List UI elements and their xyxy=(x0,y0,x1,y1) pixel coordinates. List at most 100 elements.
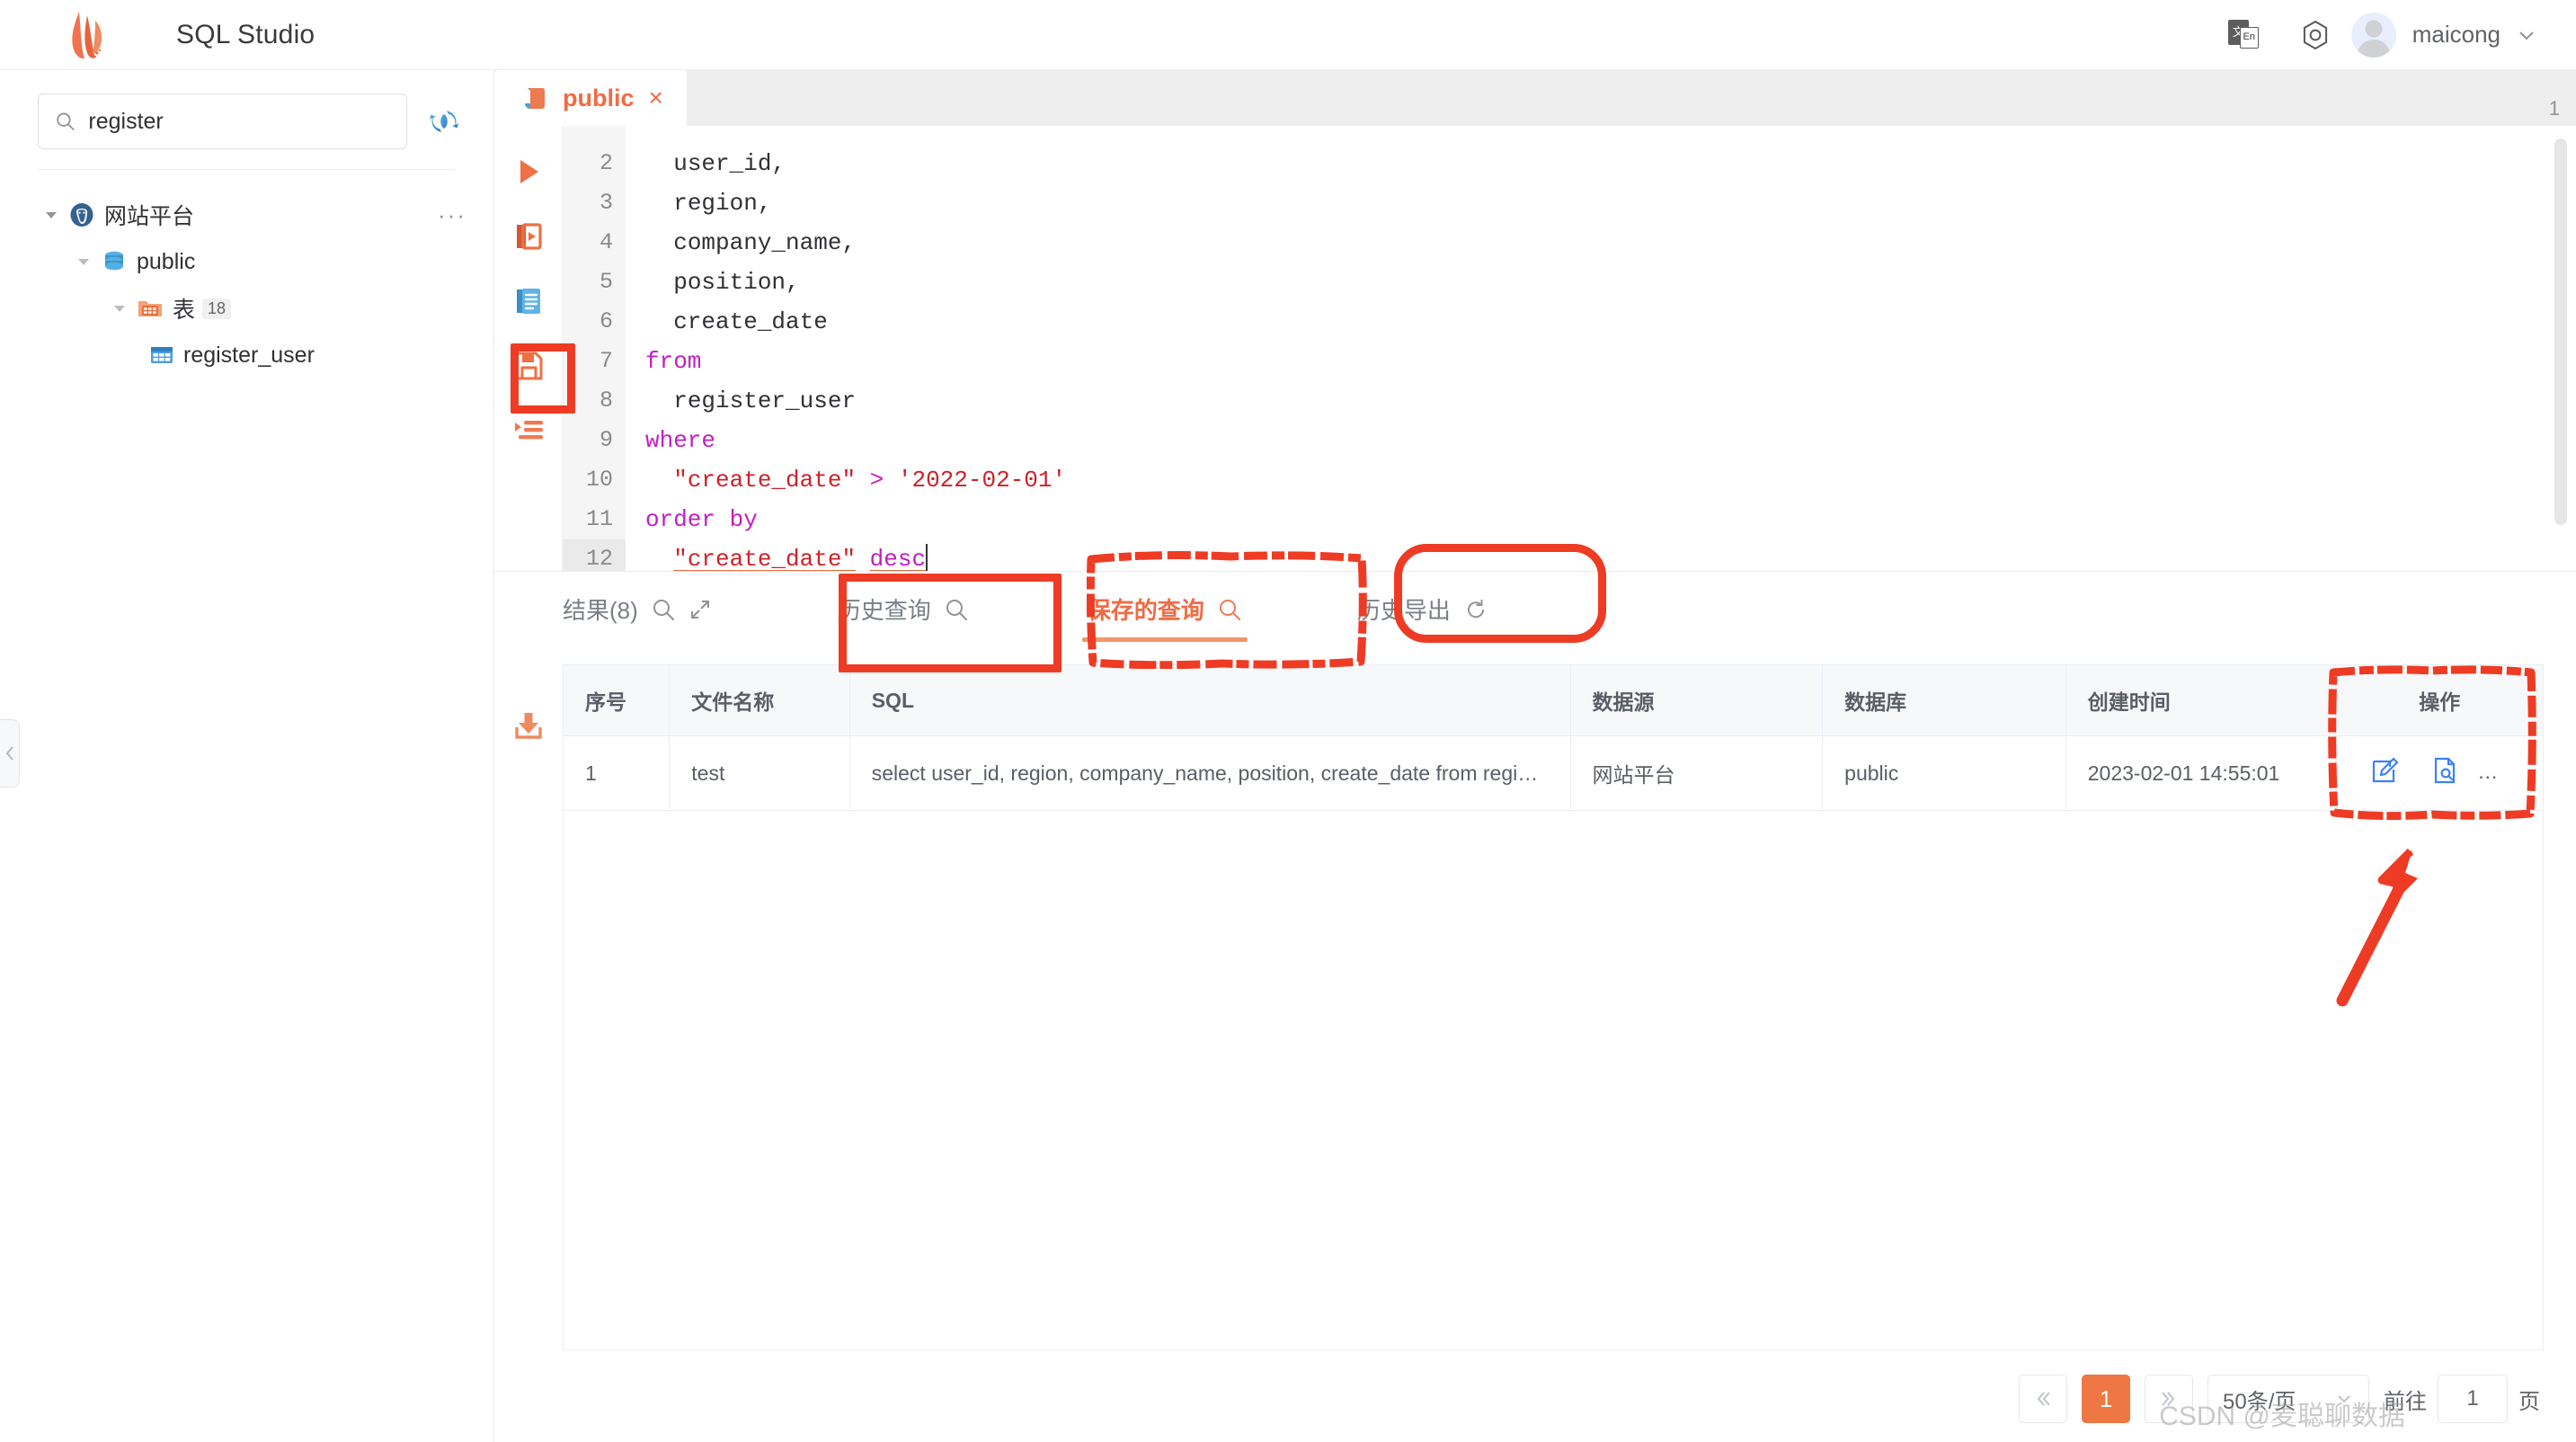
code-line[interactable]: user_id, xyxy=(645,144,2576,183)
run-query-button[interactable] xyxy=(508,151,549,192)
code-line[interactable]: position, xyxy=(645,263,2576,302)
sidebar-item-table-register-user[interactable]: register_user xyxy=(0,332,493,378)
col-index[interactable]: 序号 xyxy=(564,665,670,736)
close-icon[interactable]: × xyxy=(649,85,663,111)
tab-history-export[interactable]: 历史导出 xyxy=(1325,572,1521,647)
search-icon xyxy=(55,110,76,133)
run-file-button[interactable] xyxy=(508,216,549,257)
code-line[interactable]: "create_date" > '2022-02-01' xyxy=(645,460,2576,500)
code-line[interactable]: company_name, xyxy=(645,223,2576,263)
next-page-button[interactable] xyxy=(2145,1375,2193,1423)
col-filename[interactable]: 文件名称 xyxy=(670,665,849,736)
sidebar-collapse-handle[interactable] xyxy=(0,719,20,788)
line-number: 3 xyxy=(563,183,626,223)
header-actions: 文 En maicong xyxy=(2207,0,2576,70)
code-line[interactable]: where xyxy=(645,421,2576,460)
page-jump: 前往 页 xyxy=(2384,1375,2540,1423)
sidebar-item-tables-folder[interactable]: 表 18 xyxy=(0,285,493,332)
tab-label: 历史导出 xyxy=(1357,592,1451,626)
chevron-down-icon[interactable] xyxy=(2515,23,2538,47)
table-row[interactable]: 1 test select user_id, region, company_n… xyxy=(564,736,2544,811)
code-line[interactable]: create_date xyxy=(645,302,2576,342)
export-download-button[interactable] xyxy=(511,708,546,748)
sidebar-item-label: 网站平台 xyxy=(104,199,194,231)
database-icon xyxy=(101,248,128,275)
code-token xyxy=(645,229,673,256)
code-token xyxy=(645,546,673,571)
sidebar-item-label: register_user xyxy=(183,343,315,369)
cell-database: public xyxy=(1823,736,2066,811)
search-icon[interactable] xyxy=(651,597,676,622)
code-token: register_user xyxy=(673,387,856,414)
sidebar-item-database-connection[interactable]: 网站平台 ··· xyxy=(0,191,493,238)
code-line[interactable]: region, xyxy=(645,183,2576,223)
sidebar-item-schema-public[interactable]: public xyxy=(0,238,493,285)
tab-public[interactable]: public × xyxy=(494,70,687,126)
code-token: '2022-02-01' xyxy=(898,467,1066,494)
code-token: desc xyxy=(870,546,926,571)
page-jump-input[interactable] xyxy=(2438,1375,2508,1423)
table-empty-space xyxy=(563,811,2544,1350)
prev-page-button[interactable] xyxy=(2019,1375,2067,1423)
cell-actions xyxy=(2336,736,2544,811)
line-number: 10 xyxy=(563,460,626,500)
code-token: create_date xyxy=(673,308,828,335)
line-number: 11 xyxy=(563,500,626,539)
col-database[interactable]: 数据库 xyxy=(1823,665,2066,736)
tab-history-query[interactable]: 历史查询 xyxy=(805,572,1001,647)
tab-results[interactable]: 结果(8) xyxy=(563,572,739,647)
flame-logo-icon xyxy=(65,10,111,60)
search-input[interactable] xyxy=(88,109,390,135)
code-token: "create_date" xyxy=(673,546,856,571)
settings-button[interactable] xyxy=(2279,0,2351,70)
search-icon[interactable] xyxy=(944,597,969,622)
line-number: 7 xyxy=(563,342,626,381)
sync-refresh-icon[interactable] xyxy=(427,104,461,138)
tree-expand-arrow-icon[interactable] xyxy=(72,254,95,270)
download-icon xyxy=(511,708,546,743)
code-token: "create_date" xyxy=(673,467,856,494)
code-line[interactable]: order by xyxy=(645,500,2576,539)
col-datasource[interactable]: 数据源 xyxy=(1570,665,1823,736)
line-number: 2 xyxy=(563,144,626,183)
search-box[interactable] xyxy=(38,93,407,149)
table-icon xyxy=(149,343,174,368)
user-name[interactable]: maicong xyxy=(2412,21,2500,49)
edit-icon xyxy=(2370,756,2399,785)
code-line[interactable]: from xyxy=(645,342,2576,381)
code-line[interactable]: "create_date" desc xyxy=(645,539,2576,571)
avatar[interactable] xyxy=(2351,13,2396,58)
page-size-select[interactable]: 50条/页 xyxy=(2207,1375,2369,1423)
language-switch-button[interactable]: 文 En xyxy=(2207,0,2279,70)
beautify-button[interactable] xyxy=(508,410,549,451)
editor-scrollbar[interactable] xyxy=(2554,138,2567,525)
code-line[interactable]: register_user xyxy=(645,381,2576,421)
refresh-icon[interactable] xyxy=(1463,597,1488,622)
col-sql[interactable]: SQL xyxy=(849,665,1570,736)
postgresql-icon xyxy=(68,201,95,228)
code-token: where xyxy=(645,427,715,454)
format-sql-button[interactable] xyxy=(508,280,549,322)
view-sql-button[interactable] xyxy=(2430,756,2459,790)
page-number-1[interactable]: 1 xyxy=(2082,1375,2130,1423)
object-tree: 网站平台 ··· public xyxy=(0,170,493,378)
editor-code[interactable]: user_id, region, company_name, position,… xyxy=(626,126,2576,571)
delete-button[interactable] xyxy=(2490,756,2518,790)
save-query-button[interactable] xyxy=(508,345,549,387)
main-area: public × 1 xyxy=(494,70,2576,1442)
logo-wrap[interactable] xyxy=(0,10,176,60)
editor-toolbar xyxy=(494,126,563,571)
tree-expand-arrow-icon[interactable] xyxy=(108,300,131,316)
tree-expand-arrow-icon[interactable] xyxy=(40,207,63,223)
more-dots-icon[interactable]: ··· xyxy=(438,201,466,229)
code-token: company_name, xyxy=(673,229,856,256)
code-token: order by xyxy=(645,506,758,533)
col-actions: 操作 xyxy=(2336,665,2544,736)
col-create-time[interactable]: 创建时间 xyxy=(2065,665,2336,736)
edit-button[interactable] xyxy=(2370,756,2399,790)
tab-saved-query[interactable]: 保存的查询 xyxy=(1055,572,1275,647)
code-token: from xyxy=(645,348,701,375)
search-icon[interactable] xyxy=(1217,597,1242,622)
saved-query-table: 序号 文件名称 SQL 数据源 数据库 创建时间 操作 1 test selec… xyxy=(563,664,2544,811)
expand-icon[interactable] xyxy=(688,598,712,621)
